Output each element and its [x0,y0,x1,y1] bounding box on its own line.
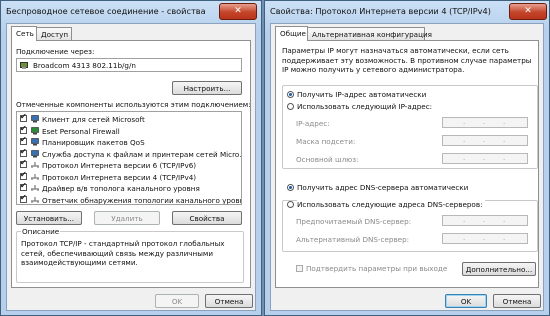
firewall-icon [31,126,39,135]
install-button[interactable]: Установить... [16,211,82,225]
component-row[interactable]: Драйвер в/в тополога канального уровня [17,181,241,193]
connect-via-label: Подключение через: [16,47,95,56]
remove-button[interactable]: Удалить [94,211,160,225]
validate-checkbox[interactable] [296,265,303,272]
auto-ip-label: Получить IP-адрес автоматически [297,90,427,99]
protocol-icon [31,184,39,192]
preferred-dns-field[interactable]: ... [442,215,528,226]
manual-ip-radio[interactable] [287,103,294,110]
tab-sharing[interactable]: Доступ [36,27,72,40]
component-label: Протокол Интернета версии 6 (TCP/IPv6) [42,161,197,170]
ok-button[interactable]: OK [445,294,487,308]
component-label: Служба доступа к файлам и принтерам сете… [42,149,242,159]
auto-ip-radio[interactable] [287,91,294,98]
ip-address-field[interactable]: ... [442,117,528,128]
close-button[interactable]: ✕ [509,3,547,20]
protocol-icon [31,196,39,204]
component-label: Драйвер в/в тополога канального уровня [42,184,200,193]
general-tab-panel: Параметры IP могут назначаться автоматич… [275,40,539,288]
component-row[interactable]: Планировщик пакетов QoS [17,135,241,147]
component-label: Протокол Интернета версии 4 (TCP/IPv4) [42,172,197,182]
network-client-icon [31,115,39,123]
alternate-dns-field[interactable]: ... [442,233,528,244]
dialog-body: Сеть Доступ Подключение через: Broadcom … [6,23,256,311]
default-gateway-label: Основной шлюз: [296,155,359,164]
component-label: Ответчик обнаружения топологии канальног… [42,195,242,205]
adapter-box: Broadcom 4313 802.11b/g/n [16,58,242,72]
preferred-dns-label: Предпочитаемый DNS-сервер: [296,217,412,226]
ip-address-label: IP-адрес: [296,119,330,128]
component-checkbox[interactable] [20,112,27,122]
component-row[interactable]: Протокол Интернета версии 6 (TCP/IPv6) [17,158,241,170]
component-checkbox[interactable] [20,124,27,134]
protocol-icon [31,173,39,181]
component-row[interactable]: Клиент для сетей Microsoft [17,112,241,124]
component-label: Клиент для сетей Microsoft [42,115,145,124]
auto-dns-radio[interactable] [287,184,294,191]
configure-button[interactable]: Настроить... [172,81,242,95]
description-label: Описание [21,227,61,236]
component-label: Планировщик пакетов QoS [42,138,145,147]
window-title: Беспроводное сетевое соединение - свойст… [6,6,206,16]
manual-ip-label: Использовать следующий IP-адрес: [297,102,433,111]
window-title: Свойства: Протокол Интернета версии 4 (T… [270,6,491,16]
advanced-button[interactable]: Дополнительно... [462,262,536,276]
close-button[interactable]: ✕ [219,3,257,20]
component-row[interactable]: Eset Personal Firewall [17,124,241,136]
title-bar[interactable]: Беспроводное сетевое соединение - свойст… [1,1,261,21]
component-checkbox[interactable] [20,147,27,157]
properties-button[interactable]: Свойства [172,211,242,225]
component-checkbox[interactable] [20,135,27,145]
component-row[interactable]: Служба доступа к файлам и принтерам сете… [17,147,242,159]
protocol-icon [31,161,39,169]
title-bar[interactable]: Свойства: Протокол Интернета версии 4 (T… [265,1,549,21]
description-group: Описание Протокол TCP/IP - стандартный п… [16,227,244,283]
components-label: Отмеченные компоненты используются этим … [16,100,251,109]
tab-network[interactable]: Сеть [11,26,37,41]
connection-properties-window: Беспроводное сетевое соединение - свойст… [0,0,262,316]
component-row[interactable]: Протокол Интернета версии 4 (TCP/IPv4) [17,170,241,182]
component-checkbox[interactable] [20,170,27,180]
subnet-mask-field[interactable]: ... [442,135,528,146]
subnet-mask-label: Маска подсети: [296,137,356,146]
network-tab-panel: Подключение через: Broadcom 4313 802.11b… [11,40,251,288]
description-text: Протокол TCP/IP - стандартный протокол г… [21,239,225,267]
component-checkbox[interactable] [20,181,27,191]
validate-label: Подтвердить параметры при выходе [306,264,448,273]
tab-alternate-config[interactable]: Альтернативная конфигурация [307,27,432,40]
dialog-body: Общие Альтернативная конфигурация Параме… [270,23,544,311]
alternate-dns-label: Альтернативный DNS-сервер: [296,235,410,244]
cancel-button[interactable]: Отмена [205,294,253,308]
components-list: Клиент для сетей Microsoft Eset Personal … [16,111,242,205]
intro-text: Параметры IP могут назначаться автоматич… [282,46,532,74]
file-sharing-icon [31,149,39,158]
default-gateway-field[interactable]: ... [442,153,528,164]
cancel-button[interactable]: Отмена [493,294,541,308]
auto-dns-label: Получить адрес DNS-сервера автоматически [297,183,469,192]
tab-general[interactable]: Общие [275,26,308,41]
manual-dns-radio[interactable] [287,201,294,208]
manual-dns-label: Использовать следующие адреса DNS-сервер… [297,200,485,209]
component-checkbox[interactable] [20,158,27,168]
ipv4-properties-window: Свойства: Протокол Интернета версии 4 (T… [264,0,550,316]
component-row[interactable]: Ответчик обнаружения топологии канальног… [17,193,242,205]
ok-button[interactable]: OK [155,294,199,308]
qos-icon [31,138,39,146]
component-label: Eset Personal Firewall [42,126,120,136]
adapter-name: Broadcom 4313 802.11b/g/n [33,61,136,70]
component-checkbox[interactable] [20,193,27,203]
network-adapter-icon [20,61,28,69]
